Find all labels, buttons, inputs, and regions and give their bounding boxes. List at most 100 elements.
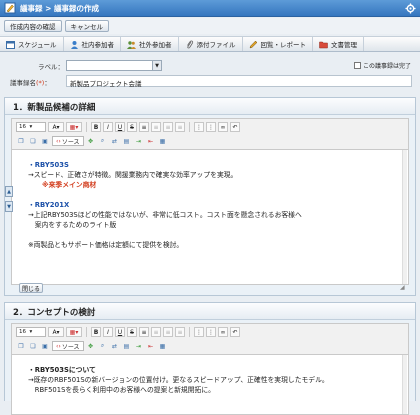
table-insert-icon[interactable]: ▦ bbox=[158, 341, 168, 351]
indent-icon[interactable]: ⇥ bbox=[134, 136, 144, 146]
paste-icon[interactable]: ❏ bbox=[28, 136, 38, 146]
tab-label: 文書管理 bbox=[331, 41, 358, 49]
expand-down-button[interactable]: ▼ bbox=[5, 201, 13, 212]
unordered-list-button[interactable]: ⋮ bbox=[206, 327, 216, 337]
table-insert-icon[interactable]: ▦ bbox=[158, 136, 168, 146]
link-button[interactable]: ∞ bbox=[218, 122, 228, 132]
collapse-up-button[interactable]: ▲ bbox=[5, 186, 13, 197]
paste-icon[interactable]: ❏ bbox=[28, 341, 38, 351]
ordered-list-button[interactable]: ⋮ bbox=[194, 122, 204, 132]
align-center-button[interactable]: ≡ bbox=[163, 122, 173, 132]
unordered-list-button[interactable]: ⋮ bbox=[206, 122, 216, 132]
tab-circulation-report[interactable]: 回覧・レポート bbox=[243, 37, 314, 51]
image-icon[interactable]: ▤ bbox=[122, 341, 132, 351]
tab-internal-participants[interactable]: 社内参加者 bbox=[64, 37, 122, 51]
toolbar-separator bbox=[189, 122, 190, 132]
section-card-1: 1．新製品候補の詳細 16 ▾ A▾ ▦▾ B I U S ≡ ≡ ≡ ≡ ⋮ … bbox=[4, 97, 416, 296]
editor-toolbar: 16 ▾ A▾ ▦▾ B I U S ≡ ≡ ≡ ≡ ⋮ ⋮ ∞ ↶ ❐ ❏ ▣… bbox=[11, 323, 409, 355]
source-button[interactable]: ‹› ソース bbox=[52, 136, 84, 146]
title-bar: 議事録 > 議事録の作成 bbox=[0, 0, 420, 17]
maximize-icon[interactable]: ✥ bbox=[86, 341, 96, 351]
outdent-icon[interactable]: ⇤ bbox=[146, 136, 156, 146]
section-card-2: 2．コンセプトの検討 16 ▾ A▾ ▦▾ B I U S ≡ ≡ ≡ ≡ ⋮ … bbox=[4, 302, 416, 415]
indent-icon[interactable]: ⇥ bbox=[134, 341, 144, 351]
action-bar: 作成内容の確認 キャンセル bbox=[0, 18, 420, 34]
replace-icon[interactable]: ⇄ bbox=[110, 136, 120, 146]
find-icon[interactable]: ⌕ bbox=[98, 341, 108, 351]
editor-line: ・RBY201X bbox=[28, 201, 70, 209]
editor-line: →上記RBY503Sほどの性能ではないが、非常に低コスト。コスト面を懸念されるお… bbox=[28, 211, 302, 219]
underline-button[interactable]: U bbox=[115, 327, 125, 337]
bold-button[interactable]: B bbox=[91, 327, 101, 337]
font-size-value: 16 bbox=[19, 124, 26, 130]
ordered-list-button[interactable]: ⋮ bbox=[194, 327, 204, 337]
print-icon[interactable]: ▣ bbox=[40, 136, 50, 146]
outdent-icon[interactable]: ⇤ bbox=[146, 341, 156, 351]
text-color-button[interactable]: A▾ bbox=[48, 327, 64, 337]
tab-label: スケジュール bbox=[18, 41, 57, 49]
print-icon[interactable]: ▣ bbox=[40, 341, 50, 351]
remove-format-button[interactable]: ≡ bbox=[139, 327, 149, 337]
label-field-label: ラベル： bbox=[38, 63, 64, 71]
align-left-button[interactable]: ≡ bbox=[151, 122, 161, 132]
italic-button[interactable]: I bbox=[103, 122, 113, 132]
align-center-button[interactable]: ≡ bbox=[163, 327, 173, 337]
editor-line: RBF501Sを長らく利用中のお客様への提案と新規開拓に。 bbox=[28, 386, 215, 394]
undo-button[interactable]: ↶ bbox=[230, 327, 240, 337]
close-button[interactable]: 閉じる bbox=[19, 283, 43, 293]
rich-text-editor[interactable]: ・RBY503Sについて →既存のRBF501Sの新バージョンの位置付け。更なる… bbox=[11, 355, 409, 415]
pencil-icon bbox=[249, 40, 257, 48]
link-button[interactable]: ∞ bbox=[218, 327, 228, 337]
source-button[interactable]: ‹› ソース bbox=[52, 341, 84, 351]
font-size-select[interactable]: 16 ▾ bbox=[16, 122, 46, 132]
image-icon[interactable]: ▤ bbox=[122, 136, 132, 146]
italic-button[interactable]: I bbox=[103, 327, 113, 337]
tab-attachments[interactable]: 添付ファイル bbox=[179, 37, 243, 51]
underline-button[interactable]: U bbox=[115, 122, 125, 132]
undo-button[interactable]: ↶ bbox=[230, 122, 240, 132]
maximize-icon[interactable]: ✥ bbox=[86, 136, 96, 146]
tab-external-participants[interactable]: 社外参加者 bbox=[121, 37, 179, 51]
strike-button[interactable]: S bbox=[127, 122, 137, 132]
copy-icon[interactable]: ❐ bbox=[16, 341, 26, 351]
toolbar-separator bbox=[86, 122, 87, 132]
editor-scrollbar[interactable] bbox=[402, 355, 407, 414]
name-label-text: 議事録名 bbox=[10, 79, 36, 87]
editor-scrollbar[interactable] bbox=[402, 150, 407, 284]
cancel-button[interactable]: キャンセル bbox=[64, 20, 109, 32]
tab-bar: スケジュール 社内参加者 社外参加者 添付ファイル 回覧・レポート 文書管理 bbox=[0, 36, 420, 52]
users-icon bbox=[127, 40, 137, 49]
source-label: ソース bbox=[61, 343, 80, 351]
gear-icon[interactable] bbox=[405, 3, 416, 14]
section-heading: 2．コンセプトの検討 bbox=[5, 303, 415, 320]
tab-document-management[interactable]: 文書管理 bbox=[313, 37, 365, 51]
align-left-button[interactable]: ≡ bbox=[151, 327, 161, 337]
complete-checkbox[interactable] bbox=[354, 62, 361, 69]
minutes-name-label: 議事録名(*)： bbox=[10, 77, 51, 87]
minutes-name-input[interactable]: 新製品プロジェクト会議 bbox=[66, 75, 412, 88]
editor-line: ※両製品ともサポート価格は定額にて提供を検討。 bbox=[28, 241, 184, 249]
font-size-select[interactable]: 16 ▾ bbox=[16, 327, 46, 337]
remove-format-button[interactable]: ≡ bbox=[139, 122, 149, 132]
resize-grip-icon[interactable]: ◢ bbox=[400, 284, 407, 291]
replace-icon[interactable]: ⇄ bbox=[110, 341, 120, 351]
confirm-button[interactable]: 作成内容の確認 bbox=[4, 20, 62, 32]
table-button[interactable]: ▦▾ bbox=[66, 122, 82, 132]
chevron-down-icon: ▼ bbox=[152, 61, 161, 70]
align-right-button[interactable]: ≡ bbox=[175, 327, 185, 337]
align-right-button[interactable]: ≡ bbox=[175, 122, 185, 132]
rich-text-editor[interactable]: ・RBY503S →スピード、正確さが特徴。関援業務内で確実な効率アップを実現。… bbox=[11, 150, 409, 285]
source-icon: ‹› bbox=[56, 137, 61, 145]
tab-schedule[interactable]: スケジュール bbox=[0, 37, 64, 51]
calendar-icon bbox=[6, 40, 15, 49]
label-select[interactable]: ▼ bbox=[66, 60, 162, 71]
text-color-button[interactable]: A▾ bbox=[48, 122, 64, 132]
name-label-colon: ： bbox=[44, 79, 51, 87]
bold-button[interactable]: B bbox=[91, 122, 101, 132]
toolbar-separator bbox=[86, 327, 87, 337]
find-icon[interactable]: ⌕ bbox=[98, 136, 108, 146]
copy-icon[interactable]: ❐ bbox=[16, 136, 26, 146]
table-button[interactable]: ▦▾ bbox=[66, 327, 82, 337]
source-icon: ‹› bbox=[56, 342, 61, 350]
strike-button[interactable]: S bbox=[127, 327, 137, 337]
